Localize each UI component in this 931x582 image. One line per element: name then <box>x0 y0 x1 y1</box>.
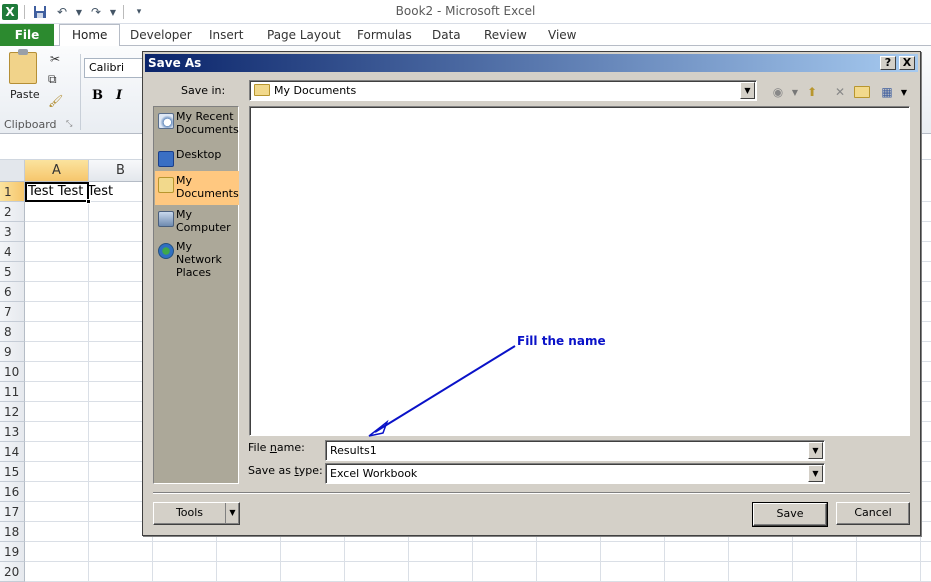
places-bar: My Recent Documents Desktop My Documents… <box>153 106 239 484</box>
group-separator <box>80 54 81 130</box>
row-header[interactable]: 17 <box>0 502 25 522</box>
cell-a1-value: Test Test Test <box>28 184 114 199</box>
chevron-down-icon[interactable]: ▼ <box>740 82 755 99</box>
clipboard-group-label: Clipboard <box>4 118 57 131</box>
window-title: Book2 - Microsoft Excel <box>395 4 536 18</box>
row-header[interactable]: 18 <box>0 522 25 542</box>
paste-icon[interactable] <box>9 49 37 84</box>
save-as-dialog: Save As ? X Save in: My Documents ▼ ◉ ▼ … <box>142 51 921 536</box>
font-name-box[interactable]: Calibri <box>84 58 144 78</box>
row-header[interactable]: 16 <box>0 482 25 502</box>
place-label: My Computer <box>176 208 231 234</box>
annotation-text: Fill the name <box>517 334 606 348</box>
row-header[interactable]: 9 <box>0 342 25 362</box>
format-painter-icon[interactable]: 🖌 <box>48 94 63 108</box>
delete-icon[interactable]: ✕ <box>831 83 849 101</box>
dialog-title-bar: Save As <box>145 54 918 72</box>
file-name-label: File name: <box>248 441 305 454</box>
place-my-computer[interactable]: My Computer <box>155 205 239 239</box>
select-all-corner[interactable] <box>0 160 25 182</box>
row-header[interactable]: 11 <box>0 382 25 402</box>
tools-button-label: Tools <box>175 506 204 519</box>
cell-a1[interactable]: Test Test Test <box>25 182 113 204</box>
row-header[interactable]: 4 <box>0 242 25 262</box>
tab-home[interactable]: Home <box>59 24 121 47</box>
row-header[interactable]: 8 <box>0 322 25 342</box>
row-header[interactable]: 3 <box>0 222 25 242</box>
save-in-value: My Documents <box>274 84 357 97</box>
column-header-a[interactable]: A <box>25 160 89 182</box>
tab-page-layout[interactable]: Page Layout <box>267 28 341 42</box>
row-header[interactable]: 20 <box>0 562 25 582</box>
back-dropdown-icon[interactable]: ▼ <box>786 83 804 101</box>
save-as-type-dropdown[interactable]: Excel Workbook ▼ <box>325 463 825 484</box>
save-as-type-value: Excel Workbook <box>330 467 418 480</box>
row-header[interactable]: 15 <box>0 462 25 482</box>
documents-folder-icon <box>158 177 174 193</box>
tools-button[interactable]: Tools ▼ <box>153 502 240 525</box>
fill-handle[interactable] <box>86 199 91 204</box>
excel-title-bar: X ↶ ▼ ↷ ▼ ▾ Book2 - Microsoft Excel <box>0 0 931 24</box>
italic-button[interactable]: I <box>116 88 122 103</box>
place-label: My Network Places <box>176 240 222 279</box>
row-header[interactable]: 14 <box>0 442 25 462</box>
file-name-value: Results1 <box>330 444 377 457</box>
tab-insert[interactable]: Insert <box>209 28 243 42</box>
folder-icon <box>254 84 270 96</box>
computer-icon <box>158 211 174 227</box>
file-name-input[interactable]: Results1 ▼ <box>325 440 825 461</box>
place-label: My Recent Documents <box>176 110 239 136</box>
save-in-dropdown[interactable]: My Documents ▼ <box>249 80 757 101</box>
row-header[interactable]: 10 <box>0 362 25 382</box>
tab-file[interactable]: File <box>0 24 54 46</box>
desktop-icon <box>158 151 174 167</box>
up-folder-icon[interactable]: ⬆ <box>803 83 821 101</box>
row-header[interactable]: 1 <box>0 182 25 202</box>
tab-formulas[interactable]: Formulas <box>357 28 412 42</box>
row-header[interactable]: 19 <box>0 542 25 562</box>
row-header[interactable]: 12 <box>0 402 25 422</box>
place-my-network-places[interactable]: My Network Places <box>155 237 239 279</box>
views-icon[interactable]: ▦ <box>878 83 896 101</box>
tab-developer[interactable]: Developer <box>130 28 192 42</box>
save-button[interactable]: Save <box>752 502 828 527</box>
tools-dropdown-icon[interactable]: ▼ <box>225 503 239 524</box>
copy-icon[interactable]: ⧉ <box>48 72 57 87</box>
dialog-launcher-icon[interactable]: ⤡ <box>66 119 72 129</box>
place-label: My Documents <box>176 174 239 200</box>
row-header[interactable]: 7 <box>0 302 25 322</box>
save-as-type-label: Save as type: <box>248 464 323 477</box>
back-icon[interactable]: ◉ <box>769 83 787 101</box>
bold-button[interactable]: B <box>92 88 103 103</box>
views-dropdown-icon[interactable]: ▼ <box>895 83 913 101</box>
tab-data[interactable]: Data <box>432 28 461 42</box>
place-my-documents[interactable]: My Documents <box>155 171 239 205</box>
file-list[interactable] <box>249 106 910 436</box>
help-button[interactable]: ? <box>880 56 896 70</box>
place-my-recent-documents[interactable]: My Recent Documents <box>155 107 239 141</box>
row-header[interactable]: 6 <box>0 282 25 302</box>
place-label: Desktop <box>176 148 222 161</box>
close-button[interactable]: X <box>899 56 915 70</box>
chevron-down-icon[interactable]: ▼ <box>808 442 823 459</box>
new-folder-icon[interactable] <box>853 83 871 101</box>
chevron-down-icon[interactable]: ▼ <box>808 465 823 482</box>
row-header[interactable]: 5 <box>0 262 25 282</box>
row-header[interactable]: 2 <box>0 202 25 222</box>
dialog-title: Save As <box>148 56 202 70</box>
cut-icon[interactable]: ✂ <box>50 52 60 66</box>
row-header[interactable]: 13 <box>0 422 25 442</box>
save-in-label: Save in: <box>181 84 226 97</box>
tab-view[interactable]: View <box>548 28 576 42</box>
recent-documents-icon <box>158 113 174 129</box>
dialog-separator <box>153 492 910 494</box>
paste-button-label[interactable]: Paste <box>10 88 40 101</box>
cancel-button[interactable]: Cancel <box>836 502 910 525</box>
tab-review[interactable]: Review <box>484 28 527 42</box>
ribbon-tabs: File Home Developer Insert Page Layout F… <box>0 24 931 47</box>
network-icon <box>158 243 174 259</box>
